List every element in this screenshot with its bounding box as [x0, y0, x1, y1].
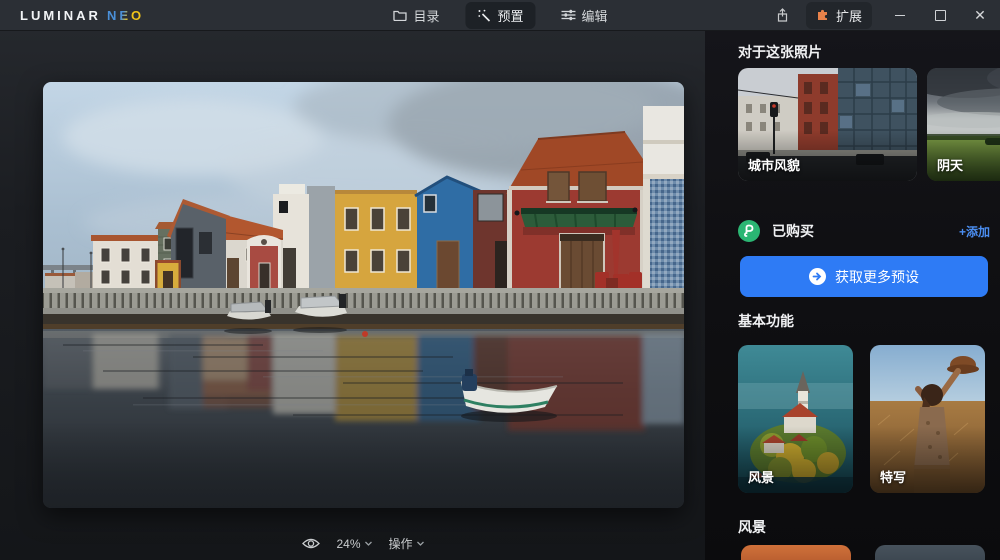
preset-card-label: 阴天: [937, 155, 963, 174]
preset-card-overcast[interactable]: 阴天: [927, 68, 1000, 181]
folder-icon: [392, 9, 407, 21]
preset-card-cityscape[interactable]: 城市风貌: [738, 68, 917, 181]
brand-accent-text: NEO: [107, 8, 144, 23]
photo-image: [43, 82, 684, 508]
preset-card-landscape[interactable]: 风景: [738, 345, 853, 493]
preset-card-partial-sunset[interactable]: [741, 545, 851, 560]
zoom-level-dropdown[interactable]: 24%: [336, 537, 372, 551]
main-photo[interactable]: [43, 82, 684, 508]
chevron-down-icon: [365, 541, 373, 546]
extensions-button[interactable]: 扩展: [806, 2, 872, 29]
landscape-cards-row: [741, 545, 1000, 560]
chevron-down-icon: [417, 541, 425, 546]
purchased-title: 已购买: [772, 221, 814, 241]
status-bar: 24% 操作: [301, 535, 424, 552]
preset-card-closeup[interactable]: 特写: [870, 345, 985, 493]
magic-wand-icon: [477, 9, 491, 22]
preset-card-partial-dark[interactable]: [875, 545, 985, 560]
close-icon: ✕: [974, 8, 986, 22]
tab-presets[interactable]: 预置: [465, 2, 535, 29]
puzzle-icon: [816, 7, 830, 24]
minimize-button[interactable]: [880, 0, 920, 30]
close-button[interactable]: ✕: [960, 0, 1000, 30]
title-bar: LUMINAR NEO 目录 预置 编辑: [0, 0, 1000, 31]
presets-sidebar: 对于这张照片: [705, 30, 1000, 560]
get-more-presets-label: 获取更多预设: [835, 267, 919, 287]
get-more-presets-button[interactable]: 获取更多预设: [740, 256, 988, 297]
tab-catalog-label: 目录: [413, 6, 439, 25]
tab-catalog[interactable]: 目录: [380, 2, 451, 29]
section-title-basics: 基本功能: [738, 311, 794, 331]
window-controls-group: 扩展 ✕: [768, 0, 1000, 30]
for-photo-cards-row: 城市风貌: [738, 68, 1000, 181]
maximize-icon: [935, 10, 946, 21]
section-title-landscape: 风景: [738, 517, 766, 537]
section-title-for-photo: 对于这张照片: [738, 42, 822, 62]
tab-edit[interactable]: 编辑: [550, 2, 620, 29]
preset-card-label: 风景: [748, 467, 774, 486]
basics-cards-row: 风景: [738, 345, 1000, 493]
preset-card-label: 城市风貌: [748, 155, 800, 174]
sliders-icon: [562, 9, 576, 21]
extensions-label: 扩展: [836, 6, 862, 25]
actions-label: 操作: [389, 535, 413, 552]
eye-icon: [301, 537, 320, 550]
app-logo: LUMINAR NEO: [20, 0, 144, 30]
brand-text: LUMINAR: [20, 8, 101, 23]
main-nav-tabs: 目录 预置 编辑: [380, 0, 619, 30]
minimize-icon: [895, 15, 905, 16]
purchased-header-row: 已购买 +添加: [738, 220, 990, 242]
maximize-button[interactable]: [920, 0, 960, 30]
tab-presets-label: 预置: [497, 6, 523, 25]
preset-card-label: 特写: [880, 467, 906, 486]
marketplace-icon: [738, 220, 760, 242]
editor-canvas: 24% 操作: [0, 30, 705, 560]
actions-dropdown[interactable]: 操作: [389, 535, 425, 552]
share-icon[interactable]: [768, 0, 798, 30]
add-preset-link[interactable]: +添加: [959, 223, 990, 240]
arrow-right-circle-icon: [809, 268, 826, 285]
zoom-level-value: 24%: [336, 537, 360, 551]
tab-edit-label: 编辑: [582, 6, 608, 25]
compare-eye-button[interactable]: [301, 537, 320, 550]
